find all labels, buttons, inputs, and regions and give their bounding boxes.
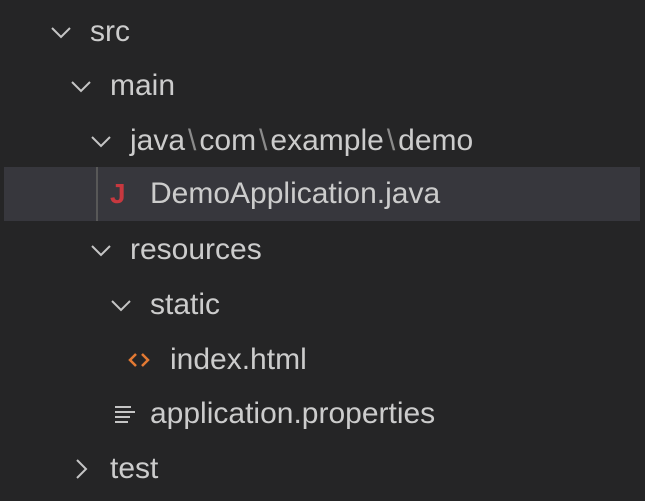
- indent-guide: [96, 167, 98, 221]
- chevron-down-icon: [46, 17, 76, 47]
- tree-folder-static[interactable]: static: [0, 278, 645, 332]
- tree-folder-resources[interactable]: resources: [0, 223, 645, 277]
- java-file-icon: J: [110, 178, 126, 209]
- tree-folder-src[interactable]: src: [0, 5, 645, 59]
- chevron-right-icon: [66, 454, 96, 484]
- file-label: application.properties: [150, 397, 436, 430]
- html-code-icon: [124, 345, 154, 375]
- folder-label: resources: [130, 233, 262, 266]
- chevron-down-icon: [66, 71, 96, 101]
- tree-folder-test[interactable]: test: [0, 442, 645, 496]
- tree-folder-main[interactable]: main: [0, 59, 645, 113]
- path-segment: com: [199, 124, 257, 157]
- file-label: index.html: [170, 343, 307, 376]
- folder-label: test: [110, 452, 159, 485]
- path-segment: java: [130, 124, 186, 157]
- path-segment: example: [270, 124, 384, 157]
- chevron-down-icon: [86, 235, 116, 265]
- tree-file-index-html[interactable]: index.html: [0, 333, 645, 387]
- properties-file-icon: [110, 399, 140, 429]
- folder-label: src: [90, 15, 130, 48]
- path-segment: demo: [398, 124, 474, 157]
- path-separator: \: [386, 124, 396, 157]
- folder-label: main: [110, 69, 176, 102]
- tree-file-demo-application[interactable]: J DemoApplication.java: [4, 167, 640, 221]
- tree-file-application-properties[interactable]: application.properties: [0, 387, 645, 441]
- path-separator: \: [259, 124, 268, 157]
- path-separator: \: [188, 124, 197, 157]
- chevron-down-icon: [106, 290, 136, 320]
- chevron-down-icon: [86, 126, 116, 156]
- file-label: DemoApplication.java: [150, 177, 441, 210]
- folder-label: java \ com \ example \ demo: [130, 124, 473, 158]
- folder-label: static: [150, 288, 221, 321]
- tree-folder-java-package[interactable]: java \ com \ example \ demo: [0, 114, 645, 168]
